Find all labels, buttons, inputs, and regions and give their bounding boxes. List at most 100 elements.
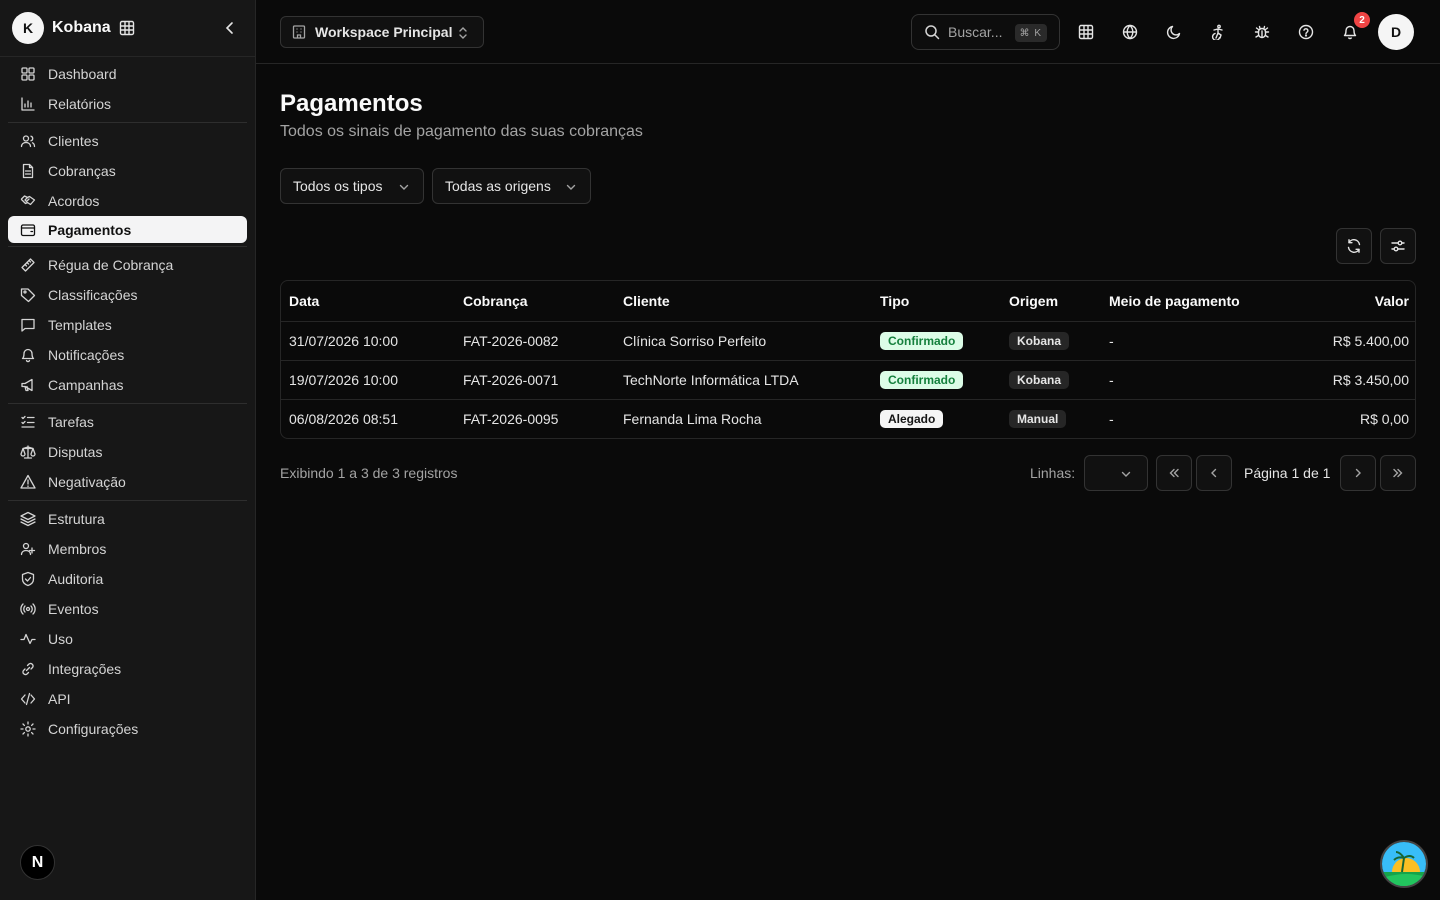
- sidebar-item-auditoria[interactable]: Auditoria: [8, 564, 247, 594]
- user-avatar[interactable]: D: [1378, 14, 1414, 50]
- origin-badge: Kobana: [1009, 370, 1070, 389]
- sidebar-item-estrutura[interactable]: Estrutura: [8, 504, 247, 534]
- sidebar-item-label: Cobranças: [48, 163, 116, 179]
- activity-icon: [20, 631, 36, 647]
- search-shortcut: ⌘ K: [1014, 24, 1047, 42]
- table-icon[interactable]: [1074, 20, 1098, 44]
- sidebar-item-label: Acordos: [48, 193, 100, 209]
- sidebar-item-uso[interactable]: Uso: [8, 624, 247, 654]
- link-icon: [20, 661, 36, 677]
- chevrons-right-icon: [1391, 466, 1405, 480]
- code-icon: [20, 691, 36, 707]
- cell-method: -: [1109, 410, 1114, 427]
- workspace-selector[interactable]: Workspace Principal: [280, 16, 484, 48]
- accessibility-icon[interactable]: [1206, 20, 1230, 44]
- sidebar-item-label: Negativação: [48, 474, 126, 490]
- globe-icon[interactable]: [1118, 20, 1142, 44]
- sidebar-item-dashboard[interactable]: Dashboard: [8, 59, 247, 89]
- layers-icon: [20, 511, 36, 527]
- sidebar-item-templates[interactable]: Templates: [8, 310, 247, 340]
- sidebar-item-cobrancas[interactable]: Cobranças: [8, 156, 247, 186]
- sidebar-item-acordos[interactable]: Acordos: [8, 186, 247, 216]
- sidebar-item-regua-de-cobranca[interactable]: Régua de Cobrança: [8, 250, 247, 280]
- sidebar-item-label: Relatórios: [48, 96, 112, 112]
- document-icon: [20, 163, 36, 179]
- collapse-sidebar-icon[interactable]: [220, 18, 240, 38]
- cell-charge: FAT-2026-0095: [463, 410, 559, 427]
- divider: [0, 56, 255, 57]
- nav-separator: [8, 403, 247, 404]
- sidebar-item-clientes[interactable]: Clientes: [8, 126, 247, 156]
- sidebar-item-integracoes[interactable]: Integrações: [8, 654, 247, 684]
- origin-filter-value: Todas as origens: [445, 178, 551, 194]
- type-badge: Alegado: [880, 409, 944, 428]
- column-header-client[interactable]: Cliente: [615, 281, 872, 322]
- cell-client: Fernanda Lima Rocha: [623, 410, 762, 427]
- previous-page-button[interactable]: [1196, 455, 1232, 491]
- grid-icon[interactable]: [119, 20, 135, 36]
- sidebar-item-label: Uso: [48, 631, 73, 647]
- list-check-icon: [20, 414, 36, 430]
- sidebar-item-label: Régua de Cobrança: [48, 257, 174, 273]
- rows-per-page-select[interactable]: [1084, 455, 1148, 491]
- sidebar-item-tarefas[interactable]: Tarefas: [8, 407, 247, 437]
- cell-method: -: [1101, 360, 1271, 400]
- chevron-right-icon: [1351, 466, 1365, 480]
- sidebar-item-label: Configurações: [48, 721, 139, 737]
- cell-type: Confirmado: [872, 321, 1001, 361]
- column-header-method[interactable]: Meio de pagamento: [1101, 281, 1271, 322]
- nav-separator: [8, 122, 247, 123]
- column-header-date[interactable]: Data: [281, 281, 455, 322]
- refresh-button[interactable]: [1336, 228, 1372, 264]
- nav-separator: [8, 500, 247, 501]
- search-input[interactable]: Buscar... ⌘ K: [911, 14, 1060, 50]
- ruler-icon: [20, 257, 36, 273]
- workspace-name: Workspace Principal: [315, 24, 453, 40]
- sidebar-item-label: Eventos: [48, 601, 99, 617]
- sidebar-item-api[interactable]: API: [8, 684, 247, 714]
- sidebar-item-membros[interactable]: Membros: [8, 534, 247, 564]
- sidebar-item-negativacao[interactable]: Negativação: [8, 467, 247, 497]
- sidebar-item-notificacoes[interactable]: Notificações: [8, 340, 247, 370]
- sidebar-item-disputas[interactable]: Disputas: [8, 437, 247, 467]
- sidebar-item-label: Tarefas: [48, 414, 94, 430]
- dev-badge[interactable]: N: [20, 845, 55, 880]
- column-header-origin[interactable]: Origem: [1001, 281, 1101, 322]
- type-filter-select[interactable]: Todos os tipos: [280, 168, 424, 204]
- column-header-type[interactable]: Tipo: [872, 281, 1001, 322]
- type-badge: Confirmado: [880, 331, 964, 350]
- column-header-value[interactable]: Valor: [1271, 281, 1415, 322]
- table-row[interactable]: 31/07/2026 10:00 FAT-2026-0082 Clínica S…: [281, 321, 1415, 361]
- table-header-row: Data Cobrança Cliente Tipo Origem Meio d…: [281, 281, 1415, 322]
- cell-method: -: [1101, 321, 1271, 361]
- page-subtitle: Todos os sinais de pagamento das suas co…: [280, 123, 643, 140]
- cell-origin: Kobana: [1001, 360, 1101, 400]
- last-page-button[interactable]: [1380, 455, 1416, 491]
- sidebar-item-eventos[interactable]: Eventos: [8, 594, 247, 624]
- table-row[interactable]: 06/08/2026 08:51 FAT-2026-0095 Fernanda …: [281, 399, 1415, 438]
- bug-icon[interactable]: [1250, 20, 1274, 44]
- origin-filter-select[interactable]: Todas as origens: [432, 168, 591, 204]
- column-settings-button[interactable]: [1380, 228, 1416, 264]
- sidebar-item-configuracoes[interactable]: Configurações: [8, 714, 247, 744]
- sidebar-item-relatorios[interactable]: Relatórios: [8, 89, 247, 119]
- chevron-left-icon: [1207, 466, 1221, 480]
- sidebar-item-label: Membros: [48, 541, 107, 557]
- column-header-charge[interactable]: Cobrança: [455, 281, 615, 322]
- first-page-button[interactable]: [1156, 455, 1192, 491]
- brand[interactable]: K Kobana: [12, 12, 248, 44]
- sidebar-item-classificacoes[interactable]: Classificações: [8, 280, 247, 310]
- sidebar-item-pagamentos[interactable]: Pagamentos: [8, 216, 247, 243]
- support-widget-icon[interactable]: [1380, 840, 1428, 888]
- cell-origin: Manual: [1001, 399, 1101, 438]
- table-row[interactable]: 19/07/2026 10:00 FAT-2026-0071 TechNorte…: [281, 360, 1415, 400]
- help-icon[interactable]: [1294, 20, 1318, 44]
- cell-value: R$ 0,00: [1359, 410, 1409, 427]
- sidebar-item-label: Campanhas: [48, 377, 124, 393]
- brand-name: Kobana: [52, 19, 111, 36]
- handshake-icon: [20, 193, 36, 209]
- sidebar-item-campanhas[interactable]: Campanhas: [8, 370, 247, 400]
- moon-icon[interactable]: [1162, 20, 1186, 44]
- scale-icon: [20, 444, 36, 460]
- next-page-button[interactable]: [1340, 455, 1376, 491]
